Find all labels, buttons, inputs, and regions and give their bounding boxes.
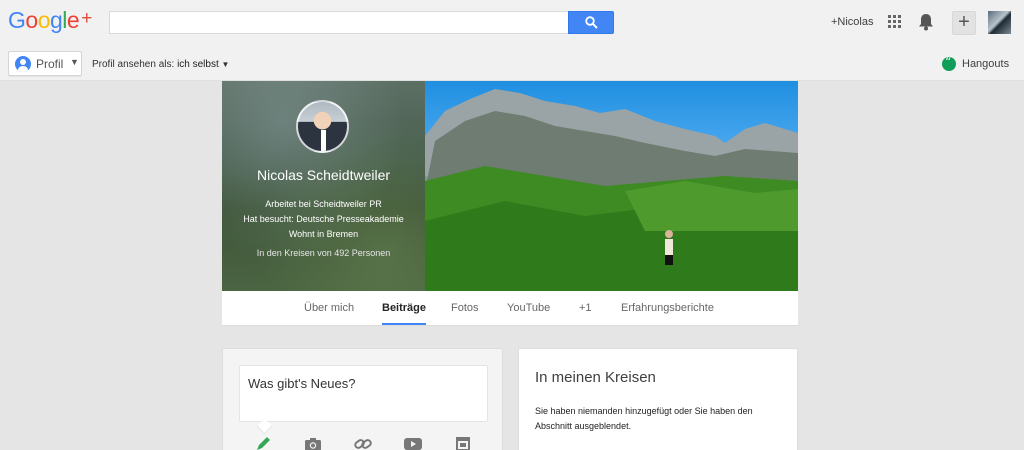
logo-letter: e <box>66 7 80 33</box>
tab-beitraege[interactable]: Beiträge <box>382 302 427 325</box>
pencil-icon[interactable] <box>254 436 274 450</box>
share-plus-button[interactable]: + <box>952 11 976 35</box>
apps-grid-icon[interactable] <box>888 15 902 29</box>
view-as-value: ich selbst <box>177 59 219 70</box>
share-box: Was gibt's Neues? <box>222 348 503 450</box>
hangouts-icon <box>942 55 956 71</box>
logo-letter: o <box>37 7 51 33</box>
notifications-bell-icon[interactable] <box>918 13 934 31</box>
profile-info-panel: Nicolas Scheidtweiler Arbeitet bei Schei… <box>222 81 425 291</box>
search-input[interactable] <box>109 11 568 34</box>
logo-letter: g <box>49 7 63 33</box>
profile-name: Nicolas Scheidtweiler <box>256 167 391 183</box>
user-profile-link[interactable]: +Nicolas <box>831 16 874 28</box>
logo-letter: o <box>25 7 38 33</box>
mountain-landscape-image <box>425 89 798 291</box>
profile-menu-button[interactable]: Profil ▼ <box>8 51 82 76</box>
share-placeholder: Was gibt's Neues? <box>248 376 356 391</box>
profile-details: Arbeitet bei Scheidtweiler PR Hat besuch… <box>222 197 425 242</box>
hangouts-button[interactable]: Hangouts <box>942 55 1010 71</box>
circles-card: In meinen Kreisen Sie haben niemanden hi… <box>518 348 798 450</box>
profile-avatar[interactable] <box>296 100 349 153</box>
event-icon[interactable] <box>453 436 473 450</box>
view-as-selector[interactable]: Profil ansehen als: ich selbst ▼ <box>92 59 229 70</box>
chevron-down-icon: ▼ <box>70 57 79 67</box>
circles-card-text: Sie haben niemanden hinzugefügt oder Sie… <box>535 406 753 431</box>
tab-plus-one[interactable]: +1 <box>579 302 592 314</box>
tab-erfahrungsberichte[interactable]: Erfahrungsberichte <box>621 302 714 314</box>
profile-education: Hat besucht: Deutsche Presseakademie <box>243 214 404 224</box>
profile-work: Arbeitet bei Scheidtweiler PR <box>265 199 382 209</box>
chevron-down-icon: ▼ <box>221 60 230 69</box>
camera-icon[interactable] <box>303 436 323 450</box>
logo-letter: G <box>8 7 26 33</box>
link-icon[interactable] <box>353 436 373 450</box>
cover-photo[interactable] <box>425 81 798 291</box>
view-as-label: Profil ansehen als: <box>92 59 175 70</box>
google-plus-logo[interactable]: Google + <box>8 7 92 34</box>
video-icon[interactable] <box>403 436 423 450</box>
profile-circles-count[interactable]: In den Kreisen von 492 Personen <box>222 248 425 258</box>
circles-card-title: In meinen Kreisen <box>535 369 656 386</box>
search-button[interactable] <box>568 11 614 34</box>
profile-cover: Nicolas Scheidtweiler Arbeitet bei Schei… <box>222 81 798 291</box>
top-bar: Google + +Nicolas + <box>0 0 1024 45</box>
profile-location: Wohnt in Bremen <box>288 229 359 239</box>
tab-youtube[interactable]: YouTube <box>507 302 550 314</box>
person-icon <box>15 56 31 72</box>
account-avatar[interactable] <box>988 11 1011 34</box>
profile-tabs: Über mich Beiträge Fotos YouTube +1 Erfa… <box>222 291 798 326</box>
tab-fotos[interactable]: Fotos <box>451 302 479 314</box>
share-text-input[interactable]: Was gibt's Neues? <box>239 365 488 422</box>
hangouts-label: Hangouts <box>962 57 1010 70</box>
logo-plus: + <box>81 8 92 29</box>
profile-button-label: Profil <box>36 57 64 71</box>
tab-ueber-mich[interactable]: Über mich <box>304 302 354 314</box>
search-icon <box>585 16 598 29</box>
